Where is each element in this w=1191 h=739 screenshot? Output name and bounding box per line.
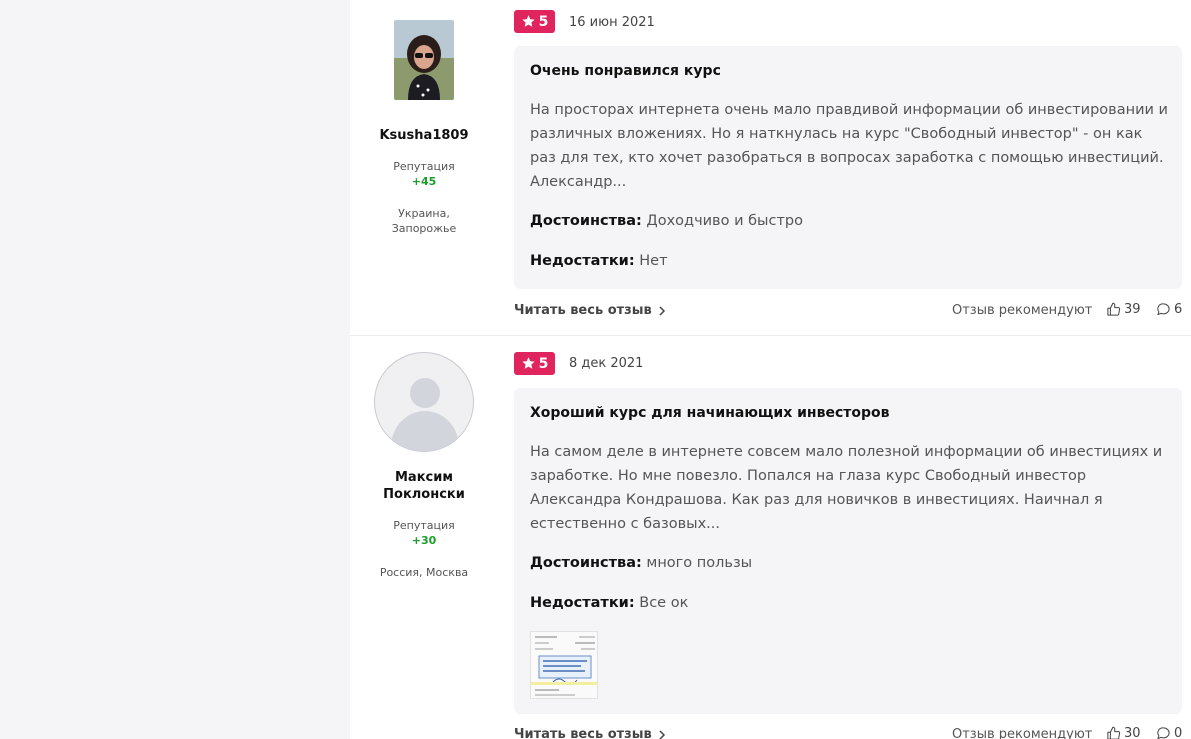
rating-value: 5 (538, 355, 549, 372)
default-avatar-icon (391, 378, 459, 451)
pros-label: Достоинства: (530, 555, 642, 571)
document-thumbnail-icon (531, 632, 597, 698)
comment-count: 0 (1174, 726, 1183, 739)
review-title[interactable]: Очень понравился курс (530, 63, 721, 79)
pros-value: Доходчиво и быстро (646, 213, 804, 229)
comments-button[interactable]: 0 (1156, 726, 1182, 739)
star-icon (522, 15, 535, 27)
rating-badge: 5 (514, 10, 555, 33)
chevron-right-icon (659, 305, 665, 316)
review-text: На просторах интернета очень мало правди… (530, 102, 1168, 190)
review-author: Ksusha1809 Репутация +45 Украина, Запоро… (350, 0, 498, 336)
review-text: На самом деле в интернете совсем мало по… (530, 444, 1163, 532)
review-cons: Недостатки: Нет (530, 253, 668, 269)
attached-image[interactable] (530, 631, 598, 699)
comments-button[interactable]: 6 (1156, 302, 1182, 317)
recommend-label: Отзыв рекомендуют (952, 727, 1093, 739)
cons-value: Нет (639, 253, 668, 269)
star-icon (522, 357, 535, 369)
pros-label: Достоинства: (530, 213, 642, 229)
review-card: Очень понравился курс На просторах интер… (514, 46, 1182, 289)
read-more-label: Читать весь отзыв (514, 727, 652, 739)
review-card: Хороший курс для начинающих инвесторов Н… (514, 388, 1182, 714)
review-item: Ksusha1809 Репутация +45 Украина, Запоро… (350, 0, 1191, 336)
comment-count: 6 (1174, 302, 1183, 317)
left-gutter (0, 0, 350, 739)
review-item: Максим Поклонски Репутация +30 Россия, М… (350, 336, 1191, 739)
review-pros: Достоинства: Доходчиво и быстро (530, 213, 803, 229)
thumbs-up-icon (1107, 302, 1121, 316)
reputation-label: Репутация (393, 160, 455, 173)
author-avatar[interactable] (374, 352, 474, 452)
author-name-line1[interactable]: Максим (350, 469, 498, 486)
author-location: Россия, Москва (379, 566, 469, 579)
review-title[interactable]: Хороший курс для начинающих инвесторов (530, 405, 890, 421)
like-button[interactable]: 30 (1106, 726, 1141, 739)
author-name[interactable]: Ksusha1809 (350, 127, 498, 144)
comment-icon (1157, 303, 1170, 315)
cons-value: Все ок (639, 595, 689, 611)
rating-badge: 5 (514, 352, 555, 375)
review-pros: Достоинства: много пользы (530, 555, 752, 571)
chevron-right-icon (659, 729, 665, 739)
cons-label: Недостатки: (530, 595, 635, 611)
rating-value: 5 (538, 13, 549, 30)
read-more-label: Читать весь отзыв (514, 303, 652, 318)
comment-icon (1157, 727, 1170, 739)
pros-value: много пользы (646, 555, 753, 571)
author-location-line1: Украина, (398, 207, 450, 220)
read-more-link[interactable]: Читать весь отзыв (514, 727, 666, 739)
author-avatar[interactable] (394, 20, 454, 100)
recommend-label: Отзыв рекомендуют (952, 303, 1093, 318)
user-photo-icon (394, 20, 454, 100)
thumbs-up-icon (1107, 726, 1121, 739)
like-count: 30 (1124, 726, 1141, 739)
like-button[interactable]: 39 (1106, 302, 1141, 317)
reviews-feed: Ksusha1809 Репутация +45 Украина, Запоро… (350, 0, 1191, 739)
cons-label: Недостатки: (530, 253, 635, 269)
review-date: 8 дек 2021 (569, 356, 644, 371)
author-location-line2: Запорожье (391, 222, 457, 235)
review-author: Максим Поклонски Репутация +30 Россия, М… (350, 336, 498, 739)
review-date: 16 июн 2021 (569, 15, 655, 30)
reputation-value: +45 (411, 175, 437, 188)
review-cons: Недостатки: Все ок (530, 595, 688, 611)
read-more-link[interactable]: Читать весь отзыв (514, 303, 666, 318)
like-count: 39 (1124, 302, 1141, 317)
reputation-value: +30 (411, 534, 437, 547)
author-name-line2[interactable]: Поклонски (350, 486, 498, 503)
reputation-label: Репутация (393, 519, 455, 532)
